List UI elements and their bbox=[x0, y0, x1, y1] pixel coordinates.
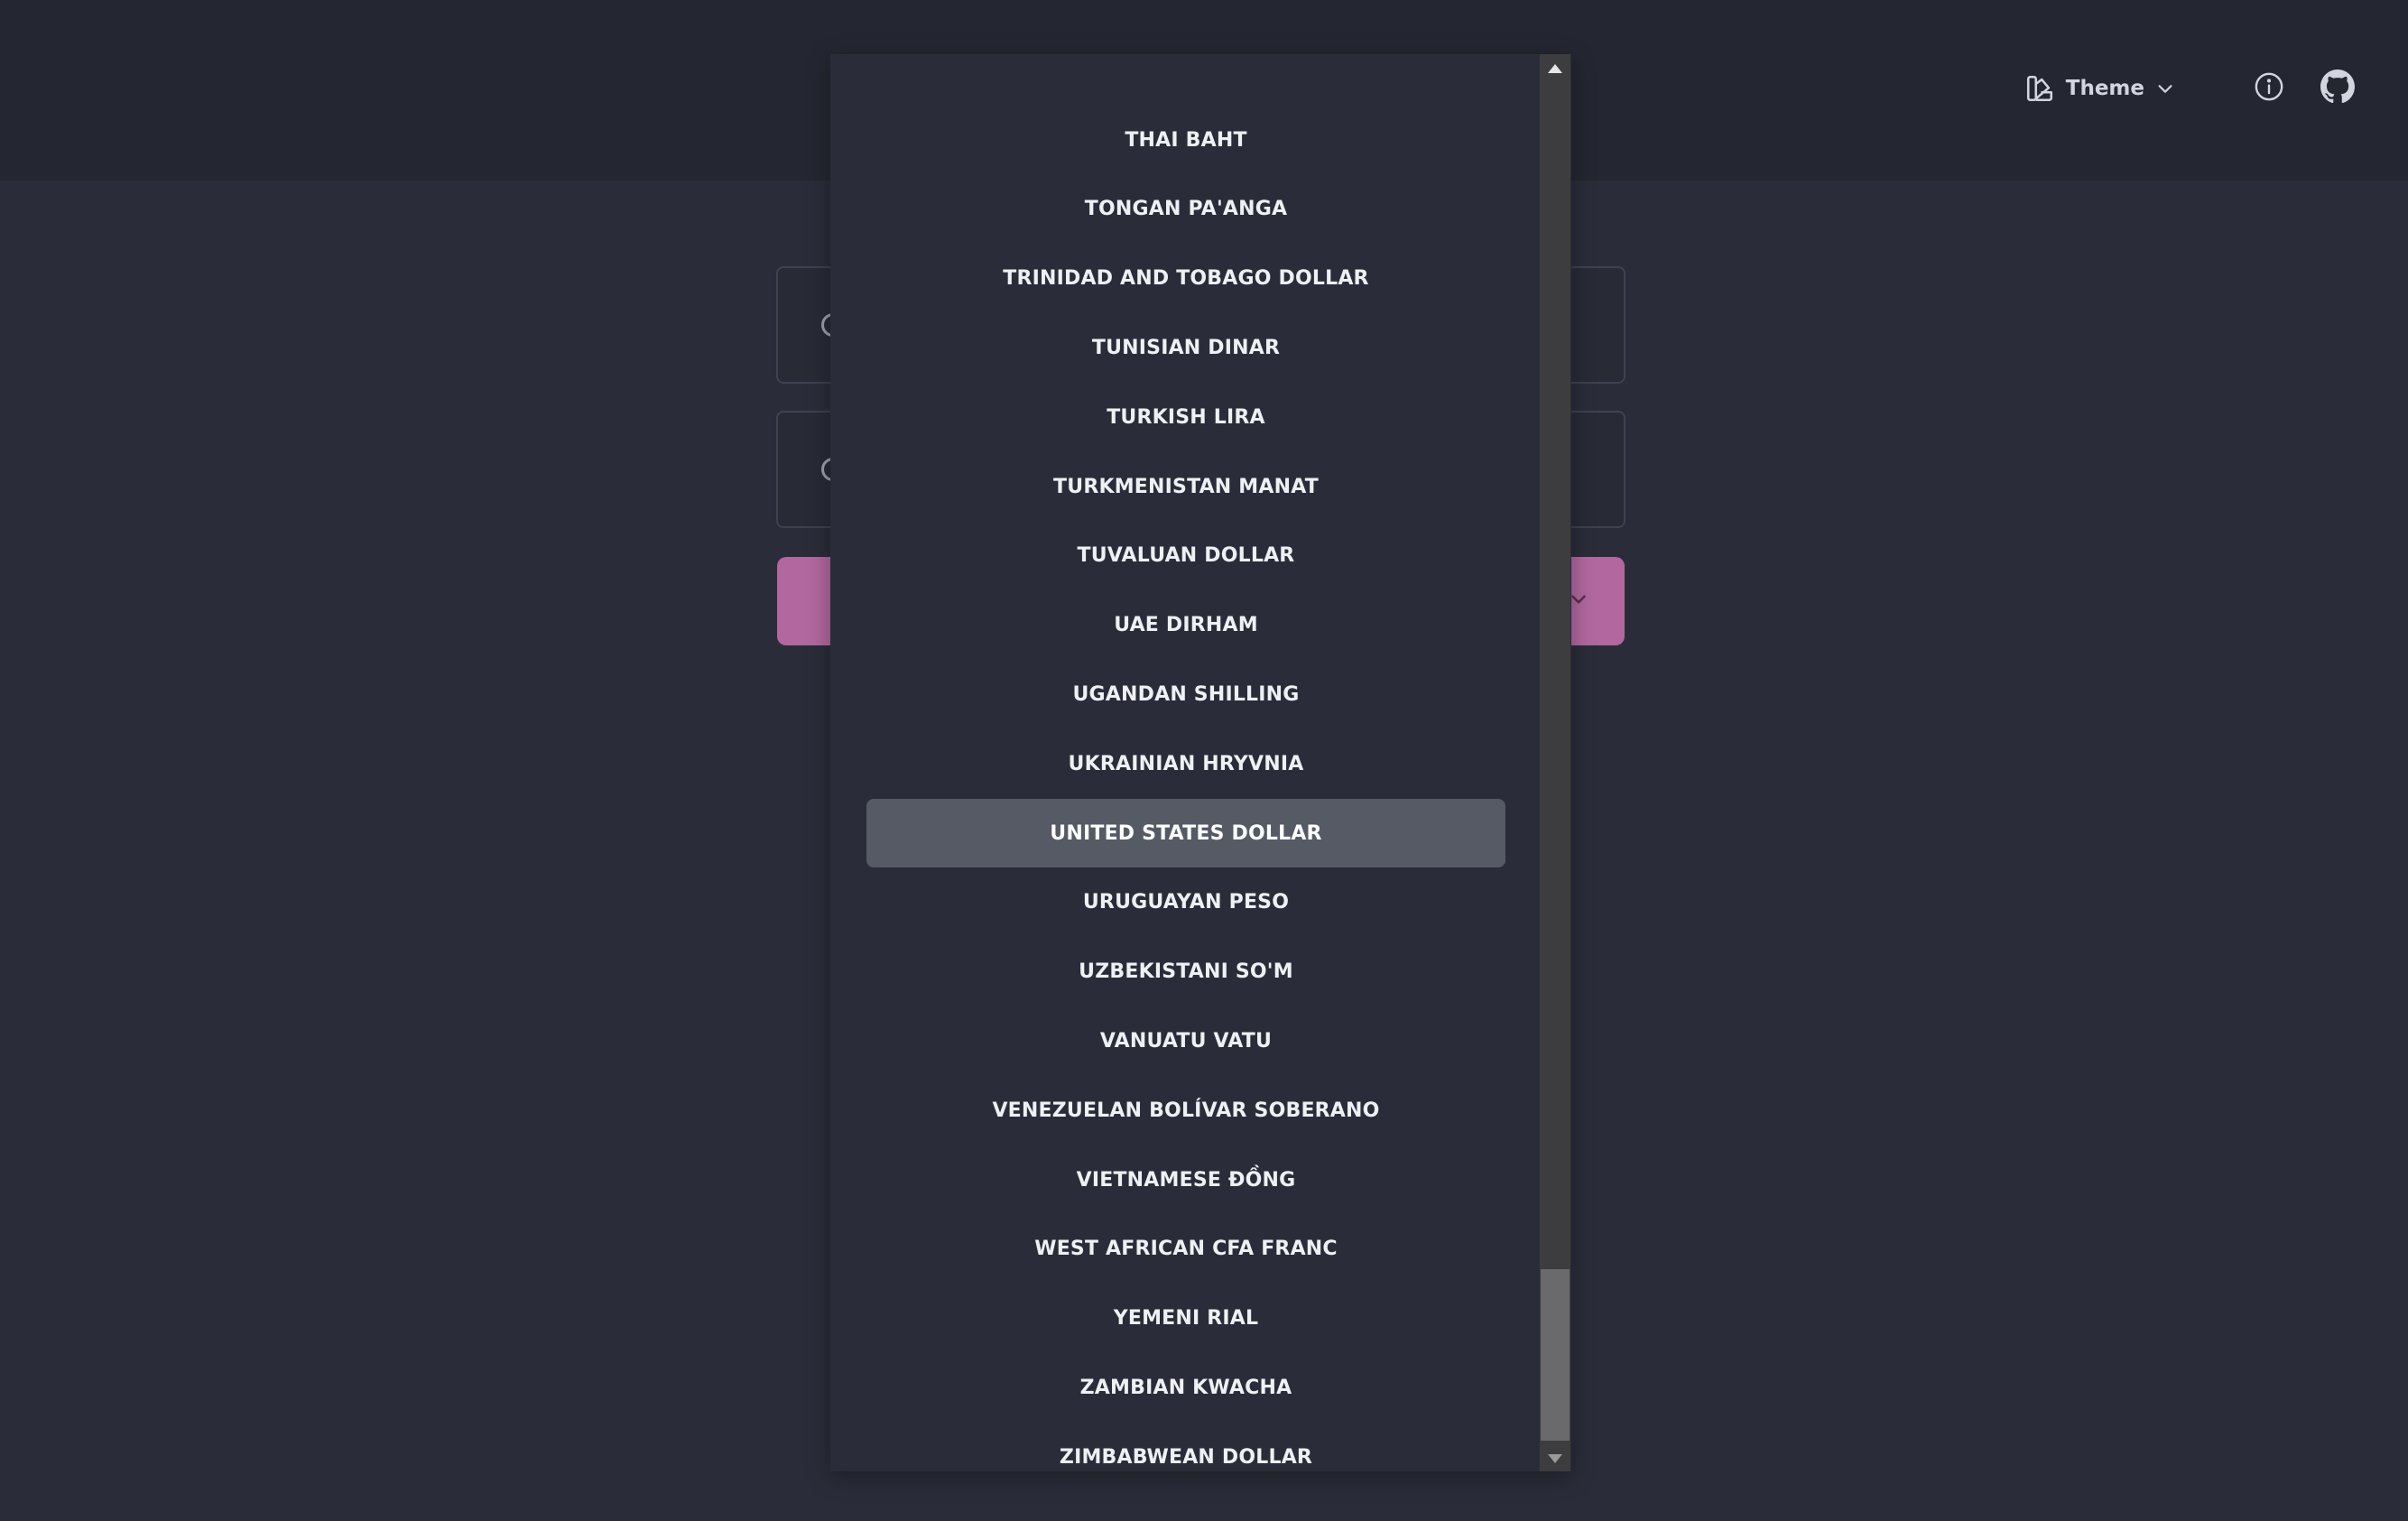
currency-option[interactable]: YEMENI RIAL bbox=[866, 1285, 1505, 1353]
currency-dropdown-list[interactable]: THAI BAHT TONGAN PA'ANGA TRINIDAD AND TOBA… bbox=[830, 54, 1571, 1471]
theme-button[interactable]: Theme bbox=[2024, 73, 2175, 104]
currency-option[interactable]: UZBEKISTANI SO'M bbox=[866, 938, 1505, 1006]
navbar-actions: Theme bbox=[2024, 65, 2356, 112]
currency-option[interactable]: TURKMENISTAN MANAT bbox=[866, 452, 1505, 521]
currency-option[interactable]: UKRAINIAN HRYVNIA bbox=[866, 729, 1505, 798]
currency-option[interactable]: TURKISH LIRA bbox=[866, 383, 1505, 451]
triangle-up-icon bbox=[1548, 60, 1562, 77]
scroll-down-button[interactable] bbox=[1540, 1444, 1570, 1471]
currency-option[interactable]: TUVALUAN DOLLAR bbox=[866, 522, 1505, 590]
github-link[interactable] bbox=[2320, 70, 2356, 107]
currency-option[interactable]: ZAMBIAN KWACHA bbox=[866, 1353, 1505, 1422]
currency-options: THAI BAHT TONGAN PA'ANGA TRINIDAD AND TOBA… bbox=[830, 54, 1540, 1471]
currency-option[interactable]: URUGUAYAN PESO bbox=[866, 868, 1505, 937]
app-page: Theme THAI BAHT TONGAN PA'ANGA TRINIDAD … bbox=[0, 0, 2408, 1521]
palette-icon bbox=[2024, 73, 2055, 104]
currency-option[interactable]: VIETNAMESE ĐỒNG bbox=[866, 1145, 1505, 1214]
triangle-down-icon bbox=[1548, 1450, 1562, 1467]
currency-option[interactable]: VENEZUELAN BOLÍVAR SOBERANO bbox=[866, 1076, 1505, 1145]
currency-option[interactable]: TONGAN PA'ANGA bbox=[866, 175, 1505, 244]
github-icon bbox=[2320, 70, 2355, 107]
theme-label: Theme bbox=[2065, 77, 2144, 100]
currency-option[interactable]: UGANDAN SHILLING bbox=[866, 660, 1505, 728]
currency-option[interactable]: TRINIDAD AND TOBAGO DOLLAR bbox=[866, 245, 1505, 313]
currency-option-selected[interactable]: UNITED STATES DOLLAR bbox=[866, 799, 1505, 867]
currency-option[interactable]: WEST AFRICAN CFA FRANC bbox=[866, 1215, 1505, 1284]
dropdown-scrollbar[interactable] bbox=[1540, 54, 1570, 1471]
currency-option[interactable]: ZIMBABWEAN DOLLAR bbox=[866, 1423, 1505, 1491]
scroll-up-button[interactable] bbox=[1540, 54, 1570, 81]
info-button[interactable] bbox=[2251, 70, 2287, 107]
currency-option[interactable]: TUNISIAN DINAR bbox=[866, 313, 1505, 382]
currency-option[interactable]: UAE DIRHAM bbox=[866, 591, 1505, 660]
scrollbar-thumb[interactable] bbox=[1541, 1269, 1570, 1441]
currency-option[interactable]: VANUATU VATU bbox=[866, 1006, 1505, 1075]
currency-option[interactable]: THAI BAHT bbox=[866, 106, 1505, 174]
chevron-down-icon bbox=[2155, 79, 2175, 98]
info-icon bbox=[2254, 71, 2284, 106]
